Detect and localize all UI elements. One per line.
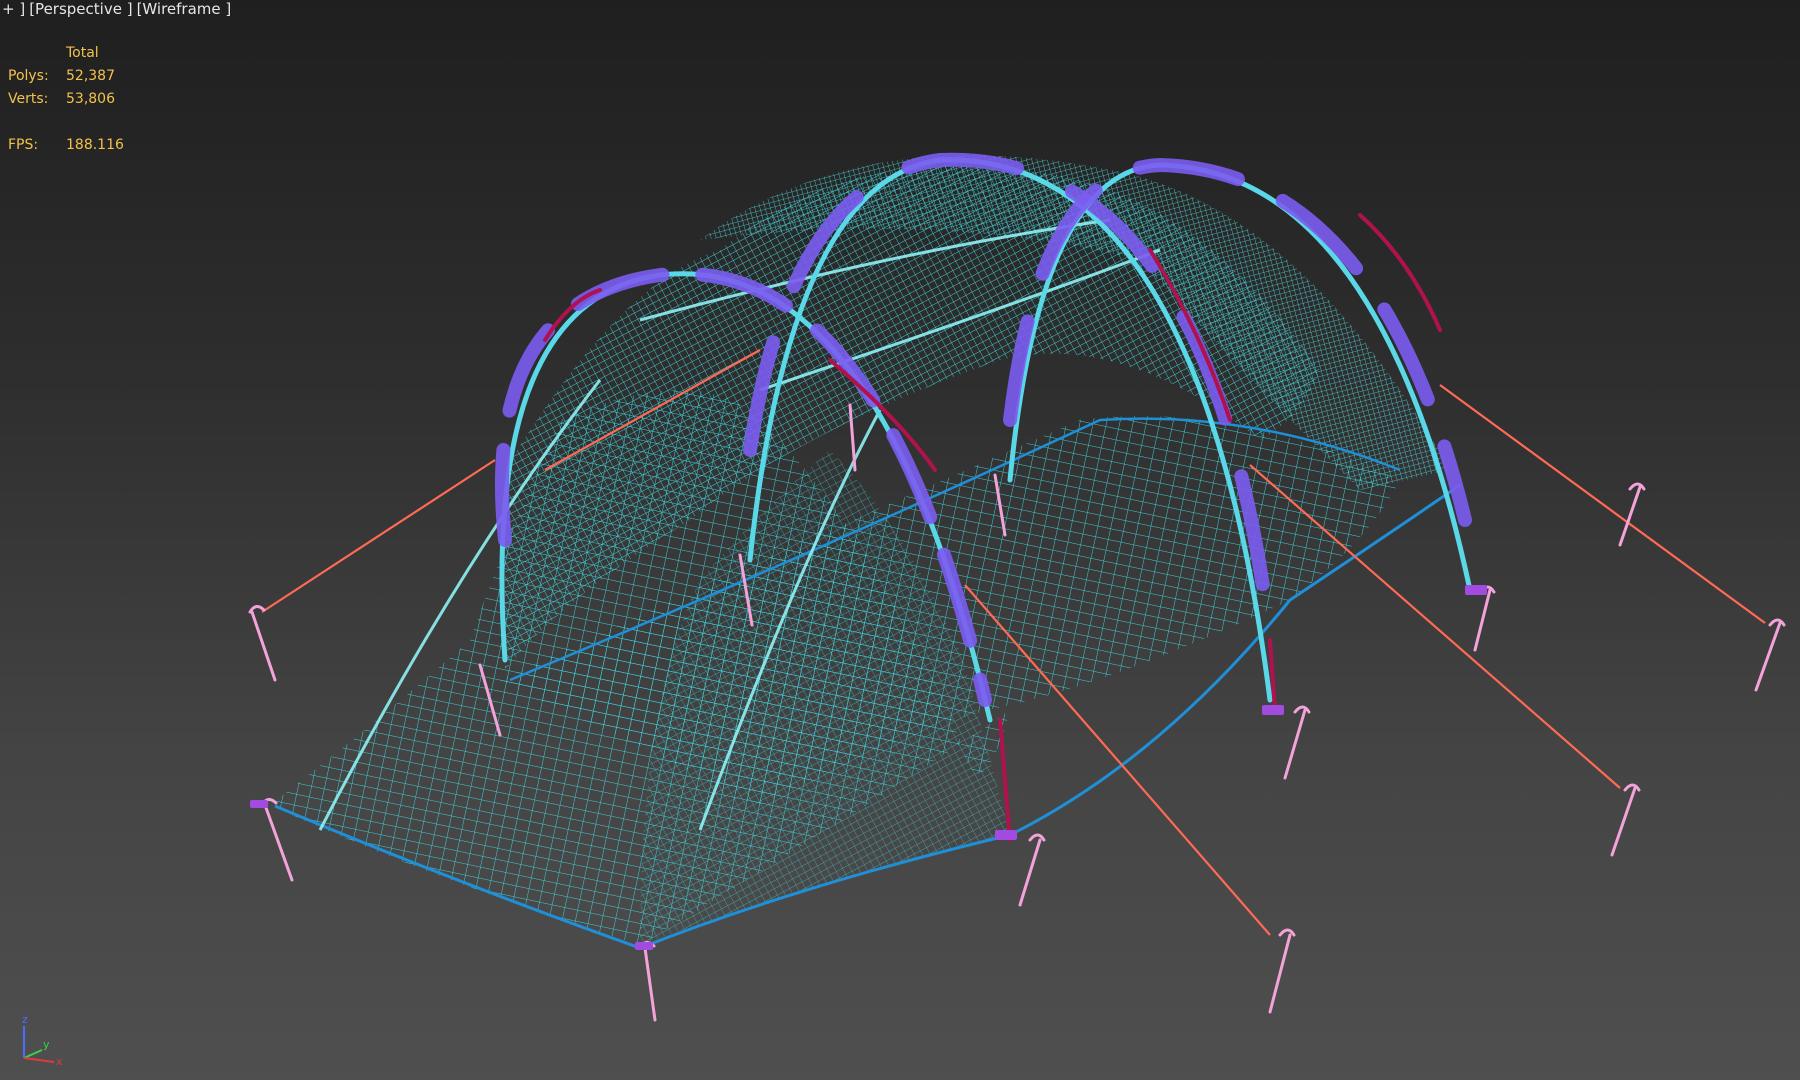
verts-value: 53,806: [66, 91, 115, 107]
viewport-label: + ] [Perspective ] [Wireframe ]: [2, 0, 235, 18]
view-mode-button[interactable]: [Perspective ]: [29, 0, 132, 18]
statistics-overlay: Total Polys: 52,387 Verts: 53,806 FPS: 1…: [8, 42, 124, 157]
polys-value: 52,387: [66, 68, 115, 84]
verts-label: Verts:: [8, 91, 49, 107]
viewport-menu-button[interactable]: + ]: [2, 0, 25, 18]
fps-label: FPS:: [8, 137, 39, 153]
tent-wireframe-model[interactable]: [0, 0, 1800, 1080]
peg-1: [248, 605, 277, 682]
peg-8: [1473, 585, 1496, 652]
peg-4: [1018, 833, 1046, 907]
fps-value: 188.116: [66, 137, 124, 153]
axis-z-label: z: [22, 1013, 28, 1026]
axis-gizmo-icon: z y x: [22, 1013, 63, 1066]
stats-header: Total: [66, 45, 99, 61]
viewport-perspective[interactable]: + ] [Perspective ] [Wireframe ] Total Po…: [0, 0, 1800, 1080]
axis-x-label: x: [56, 1055, 63, 1066]
peg-9: [1754, 618, 1786, 692]
peg-7: [1610, 783, 1641, 857]
peg-3: [638, 941, 657, 1022]
peg-5: [1268, 928, 1296, 1014]
shading-mode-button[interactable]: [Wireframe ]: [137, 0, 232, 18]
peg-6: [1283, 705, 1311, 780]
axis-y-label: y: [43, 1038, 50, 1051]
polys-label: Polys:: [8, 68, 49, 84]
peg-10: [1618, 482, 1646, 547]
